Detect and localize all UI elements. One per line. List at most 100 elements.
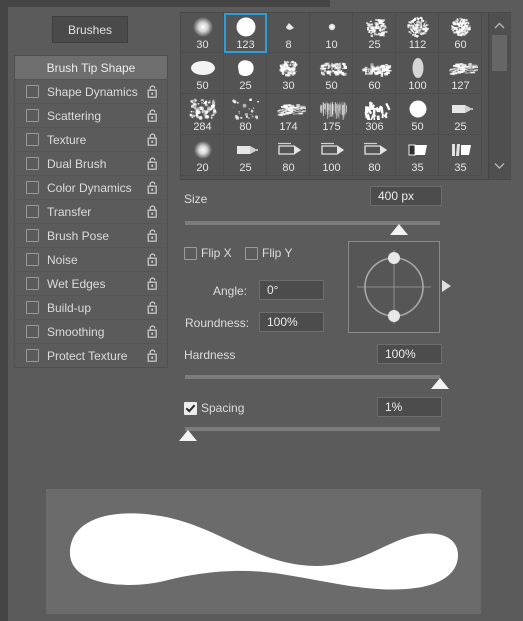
brush-preset-11[interactable]: 60 xyxy=(353,54,396,94)
spacing-slider-knob[interactable] xyxy=(178,430,197,441)
brush-preset-25[interactable]: 80 xyxy=(353,136,396,176)
angle-input[interactable]: 0° xyxy=(259,280,324,300)
brush-preset-2[interactable]: 8 xyxy=(267,13,310,53)
lock-open-icon[interactable] xyxy=(146,276,160,291)
brush-preset-0[interactable]: 30 xyxy=(181,13,224,53)
flip-y-checkbox[interactable] xyxy=(245,247,258,260)
tab-brushes[interactable]: Brushes xyxy=(52,16,128,43)
option-checkbox[interactable] xyxy=(26,349,39,362)
brush-preset-24[interactable]: 100 xyxy=(310,136,353,176)
brush-preset-18[interactable]: 306 xyxy=(353,95,396,135)
brush-preset-thumbnail xyxy=(396,14,439,39)
brush-preset-13[interactable]: 127 xyxy=(439,54,482,94)
brush-preset-3[interactable]: 10 xyxy=(310,13,353,53)
option-checkbox[interactable] xyxy=(26,205,39,218)
chevron-up-icon[interactable] xyxy=(489,17,510,33)
spacing-input[interactable]: 1% xyxy=(377,397,442,417)
hardness-slider-track[interactable] xyxy=(185,375,440,379)
option-row-color-dynamics[interactable]: Color Dynamics xyxy=(15,176,167,200)
lock-open-icon[interactable] xyxy=(146,228,160,243)
option-checkbox[interactable] xyxy=(26,325,39,338)
lock-open-icon[interactable] xyxy=(146,108,160,123)
brush-preset-5[interactable]: 112 xyxy=(396,13,439,53)
option-row-wet-edges[interactable]: Wet Edges xyxy=(15,272,167,296)
brush-preset-27[interactable]: 35 xyxy=(439,136,482,176)
option-checkbox[interactable] xyxy=(26,157,39,170)
lock-open-icon[interactable] xyxy=(146,324,160,339)
brush-preset-21[interactable]: 20 xyxy=(181,136,224,176)
flip-x-checkbox[interactable] xyxy=(184,247,197,260)
brush-preset-1[interactable]: 123 xyxy=(224,13,267,53)
option-checkbox[interactable] xyxy=(26,109,39,122)
brush-preset-14[interactable]: 284 xyxy=(181,95,224,135)
brush-grid-scrollbar[interactable] xyxy=(488,13,510,179)
lock-closed-icon[interactable] xyxy=(146,204,160,219)
brush-preset-7[interactable]: 50 xyxy=(181,54,224,94)
lock-open-icon[interactable] xyxy=(146,156,160,171)
lock-open-icon[interactable] xyxy=(146,348,160,363)
brush-preset-12[interactable]: 100 xyxy=(396,54,439,94)
option-row-protect-texture[interactable]: Protect Texture xyxy=(15,344,167,367)
option-checkbox[interactable] xyxy=(26,301,39,314)
option-row-transfer[interactable]: Transfer xyxy=(15,200,167,224)
brush-preset-size: 60 xyxy=(368,80,381,92)
angle-roundness-dial[interactable] xyxy=(348,241,451,333)
option-checkbox[interactable] xyxy=(26,85,39,98)
option-row-scattering[interactable]: Scattering xyxy=(15,104,167,128)
brush-preset-thumbnail xyxy=(310,96,353,121)
brush-preset-thumbnail xyxy=(181,96,224,121)
option-row-dual-brush[interactable]: Dual Brush xyxy=(15,152,167,176)
brush-preset-thumbnail xyxy=(224,137,267,162)
option-row-noise[interactable]: Noise xyxy=(15,248,167,272)
brush-preset-size: 20 xyxy=(196,162,209,174)
option-checkbox[interactable] xyxy=(26,133,39,146)
option-label: Color Dynamics xyxy=(47,180,132,195)
option-row-build-up[interactable]: Build-up xyxy=(15,296,167,320)
option-label: Dual Brush xyxy=(47,156,107,171)
roundness-input[interactable]: 100% xyxy=(259,312,324,332)
option-brush-tip-shape[interactable]: Brush Tip Shape xyxy=(15,56,167,80)
lock-open-icon[interactable] xyxy=(146,300,160,315)
brush-preset-thumbnail xyxy=(353,55,396,80)
brush-preset-10[interactable]: 50 xyxy=(310,54,353,94)
brush-preset-26[interactable]: 35 xyxy=(396,136,439,176)
brush-preset-thumbnail xyxy=(267,55,310,80)
brush-preset-19[interactable]: 50 xyxy=(396,95,439,135)
brush-preset-22[interactable]: 25 xyxy=(224,136,267,176)
size-slider-knob[interactable] xyxy=(390,224,409,235)
option-row-brush-pose[interactable]: Brush Pose xyxy=(15,224,167,248)
option-checkbox[interactable] xyxy=(26,229,39,242)
size-input[interactable]: 400 px xyxy=(370,186,442,206)
hardness-input[interactable]: 100% xyxy=(377,344,442,364)
brush-preset-16[interactable]: 174 xyxy=(267,95,310,135)
option-checkbox[interactable] xyxy=(26,277,39,290)
brush-preset-20[interactable]: 25 xyxy=(439,95,482,135)
brush-preset-4[interactable]: 25 xyxy=(353,13,396,53)
brush-preset-size: 175 xyxy=(322,121,341,133)
brush-preset-9[interactable]: 30 xyxy=(267,54,310,94)
brush-preset-size: 25 xyxy=(239,80,252,92)
brush-preset-15[interactable]: 80 xyxy=(224,95,267,135)
brush-preset-6[interactable]: 60 xyxy=(439,13,482,53)
lock-closed-icon[interactable] xyxy=(146,132,160,147)
option-checkbox[interactable] xyxy=(26,253,39,266)
option-row-shape-dynamics[interactable]: Shape Dynamics xyxy=(15,80,167,104)
lock-open-icon[interactable] xyxy=(146,180,160,195)
spacing-checkbox[interactable] xyxy=(184,402,197,415)
option-brush-tip-shape-label: Brush Tip Shape xyxy=(46,60,136,75)
lock-open-icon[interactable] xyxy=(146,252,160,267)
chevron-down-icon[interactable] xyxy=(489,157,510,173)
option-checkbox[interactable] xyxy=(26,181,39,194)
brush-preset-thumbnail xyxy=(224,96,267,121)
hardness-slider-knob[interactable] xyxy=(431,378,449,389)
option-row-texture[interactable]: Texture xyxy=(15,128,167,152)
lock-open-icon[interactable] xyxy=(146,84,160,99)
option-row-smoothing[interactable]: Smoothing xyxy=(15,320,167,344)
roundness-label: Roundness: xyxy=(185,316,250,330)
brush-preset-17[interactable]: 175 xyxy=(310,95,353,135)
scrollbar-thumb[interactable] xyxy=(492,35,507,71)
brush-preset-8[interactable]: 25 xyxy=(224,54,267,94)
spacing-slider-track[interactable] xyxy=(185,427,440,431)
brush-options-list: Brush Tip Shape Shape Dynamics Scattering… xyxy=(14,55,168,368)
brush-preset-23[interactable]: 80 xyxy=(267,136,310,176)
